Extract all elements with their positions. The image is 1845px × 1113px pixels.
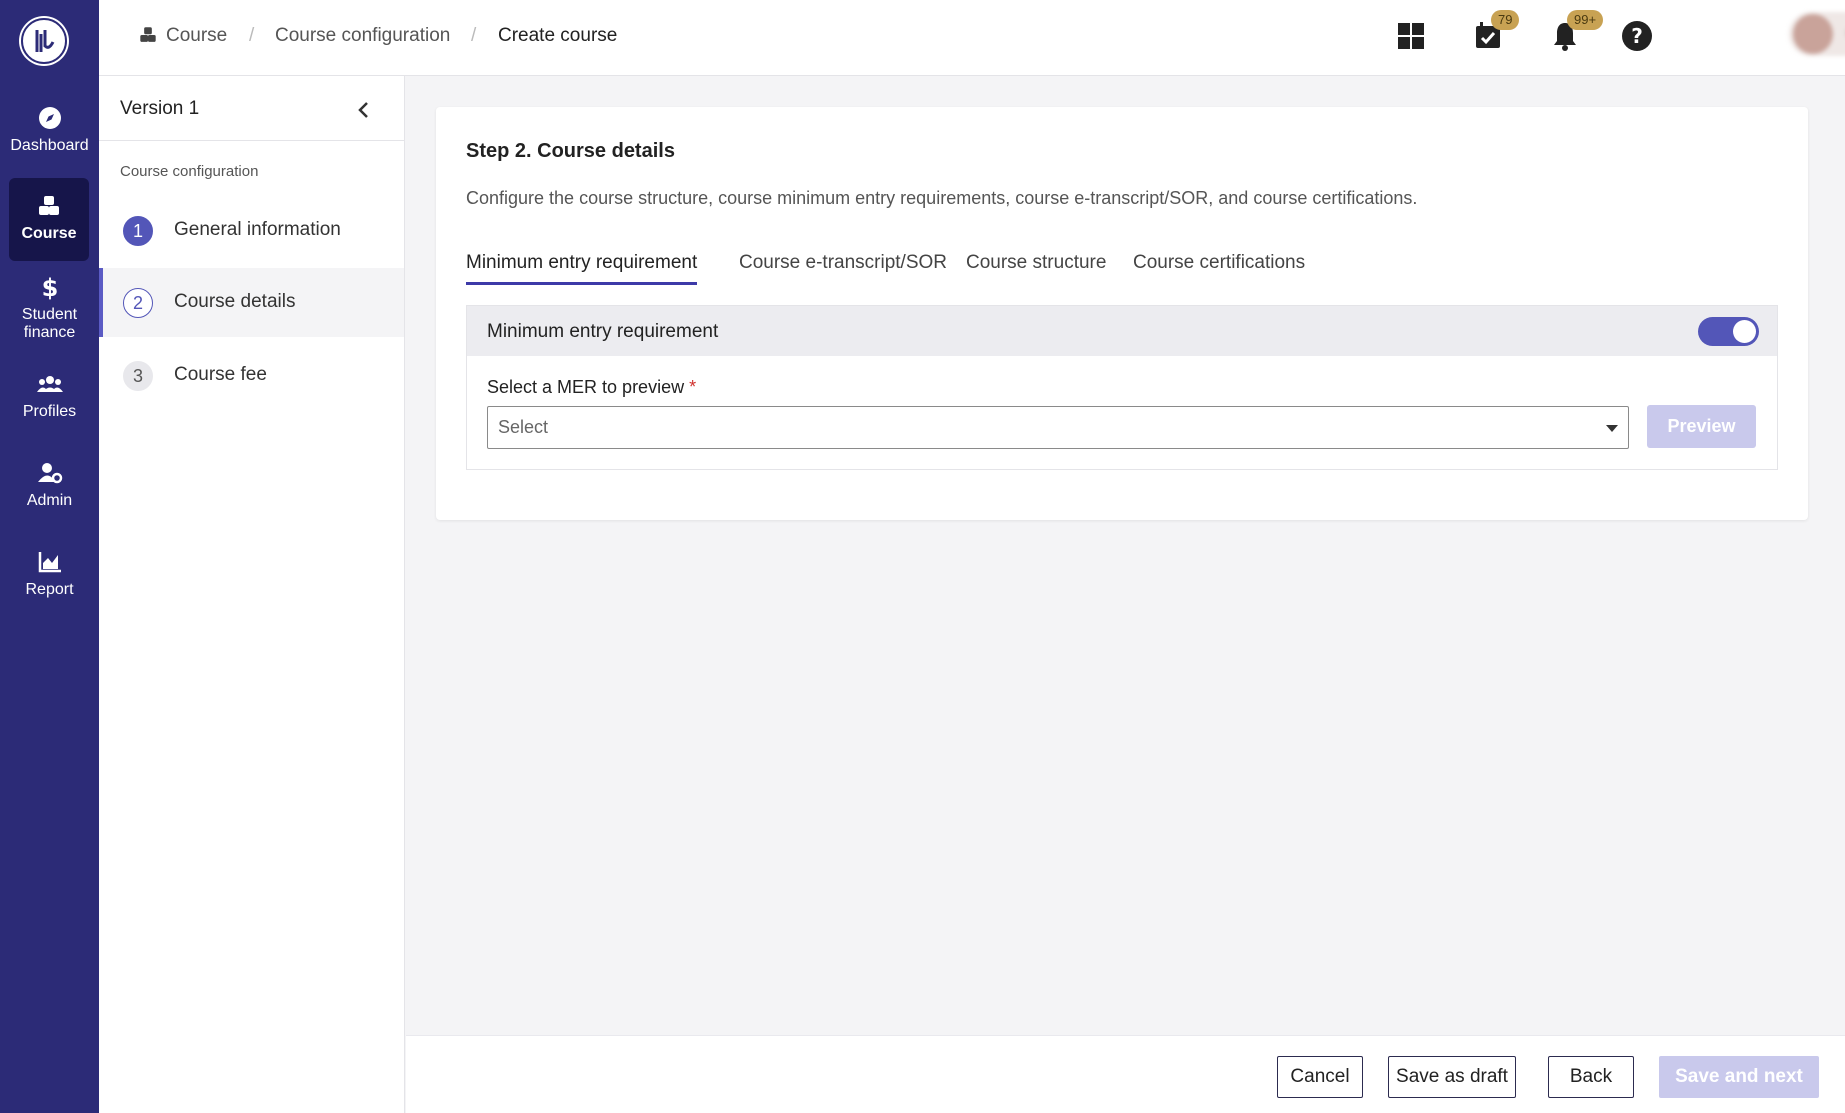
- tasks-badge: 79: [1491, 10, 1520, 30]
- cubes-icon: [140, 27, 156, 42]
- back-button[interactable]: Back: [1548, 1056, 1634, 1098]
- version-title: Version 1: [120, 98, 200, 119]
- mer-select-label: Select a MER to preview *: [487, 377, 696, 398]
- avatar: [1793, 14, 1833, 54]
- save-draft-button[interactable]: Save as draft: [1388, 1056, 1516, 1098]
- step-number: 1: [123, 216, 153, 246]
- chevron-left-icon[interactable]: [352, 98, 376, 122]
- logo-icon: [21, 18, 67, 64]
- step-course-fee[interactable]: 3 Course fee: [99, 341, 404, 410]
- nav-admin-label: Admin: [26, 492, 73, 509]
- page-description: Configure the course structure, course m…: [466, 188, 1418, 208]
- svg-text:$: $: [41, 274, 58, 300]
- mer-select[interactable]: Select: [487, 406, 1629, 449]
- preview-button[interactable]: Preview: [1647, 405, 1756, 448]
- nav-profiles-label: Profiles: [22, 403, 77, 420]
- mer-select-placeholder: Select: [498, 417, 549, 437]
- nav-dashboard-label: Dashboard: [10, 137, 89, 154]
- caret-down-icon: [1606, 425, 1618, 432]
- tab-course-certifications[interactable]: Course certifications: [1133, 252, 1305, 282]
- cubes-icon: [39, 196, 59, 215]
- breadcrumb-course-configuration[interactable]: Course configuration: [275, 25, 450, 47]
- divider: [99, 140, 405, 141]
- step-label: Course details: [174, 291, 296, 312]
- section-label: Course configuration: [120, 163, 259, 180]
- nav-course[interactable]: Course: [9, 178, 89, 261]
- save-and-next-button[interactable]: Save and next: [1659, 1056, 1819, 1098]
- user-menu[interactable]: [1789, 12, 1845, 56]
- footer-actions: Cancel Save as draft Back Save and next: [406, 1035, 1845, 1113]
- step-general-information[interactable]: 1 General information: [99, 196, 404, 265]
- breadcrumb-create-course: Create course: [498, 25, 618, 46]
- top-bar: Course / Course configuration / Create c…: [99, 0, 1845, 76]
- course-config-sidebar: Version 1 Course configuration 1 General…: [99, 76, 405, 1113]
- step-label: General information: [174, 219, 341, 240]
- mer-toggle[interactable]: [1698, 317, 1759, 346]
- mer-select-label-text: Select a MER to preview: [487, 377, 685, 397]
- nav-student-finance-line1: Student: [21, 306, 78, 323]
- breadcrumb-separator: /: [249, 25, 255, 46]
- course-details-card: Step 2. Course details Configure the cou…: [436, 107, 1808, 520]
- chart-area-icon: [38, 552, 61, 573]
- required-mark: *: [689, 377, 697, 397]
- step-number: 3: [123, 361, 153, 391]
- tab-course-structure[interactable]: Course structure: [966, 252, 1106, 282]
- toggle-knob: [1733, 320, 1756, 343]
- mer-panel-title: Minimum entry requirement: [487, 321, 719, 342]
- notifications-badge: 99+: [1567, 10, 1604, 30]
- user-gear-icon: [37, 463, 62, 484]
- nav-admin[interactable]: Admin: [0, 460, 99, 510]
- svg-text:?: ?: [1631, 24, 1643, 48]
- compass-icon: [38, 107, 61, 129]
- grid-apps-icon[interactable]: [1395, 20, 1427, 52]
- breadcrumb-separator: /: [471, 25, 477, 46]
- nav-dashboard[interactable]: Dashboard: [0, 105, 99, 155]
- app-logo[interactable]: [19, 16, 69, 66]
- mer-panel: Minimum entry requirement Select a MER t…: [466, 305, 1778, 470]
- users-icon: [36, 376, 63, 392]
- breadcrumb-course[interactable]: Course: [166, 25, 227, 47]
- nav-student-finance-line2: finance: [23, 324, 76, 341]
- mer-panel-header: Minimum entry requirement: [467, 306, 1777, 356]
- step-number: 2: [123, 288, 153, 318]
- nav-report-label: Report: [25, 581, 74, 598]
- help-icon[interactable]: ?: [1621, 20, 1653, 52]
- step-course-details[interactable]: 2 Course details: [99, 268, 404, 337]
- nav-student-finance[interactable]: $ Student finance: [0, 274, 99, 342]
- nav-course-label: Course: [21, 225, 77, 242]
- tab-minimum-entry-requirement[interactable]: Minimum entry requirement: [466, 252, 698, 285]
- step-label: Course fee: [174, 364, 267, 385]
- nav-report[interactable]: Report: [0, 549, 99, 599]
- tab-course-e-transcript[interactable]: Course e-transcript/SOR: [739, 252, 947, 282]
- dollar-icon: $: [41, 274, 58, 300]
- cancel-button[interactable]: Cancel: [1277, 1056, 1363, 1098]
- nav-profiles[interactable]: Profiles: [0, 371, 99, 421]
- page-title: Step 2. Course details: [466, 140, 675, 162]
- main-nav: Dashboard Course $ Student finance Profi…: [0, 0, 99, 1113]
